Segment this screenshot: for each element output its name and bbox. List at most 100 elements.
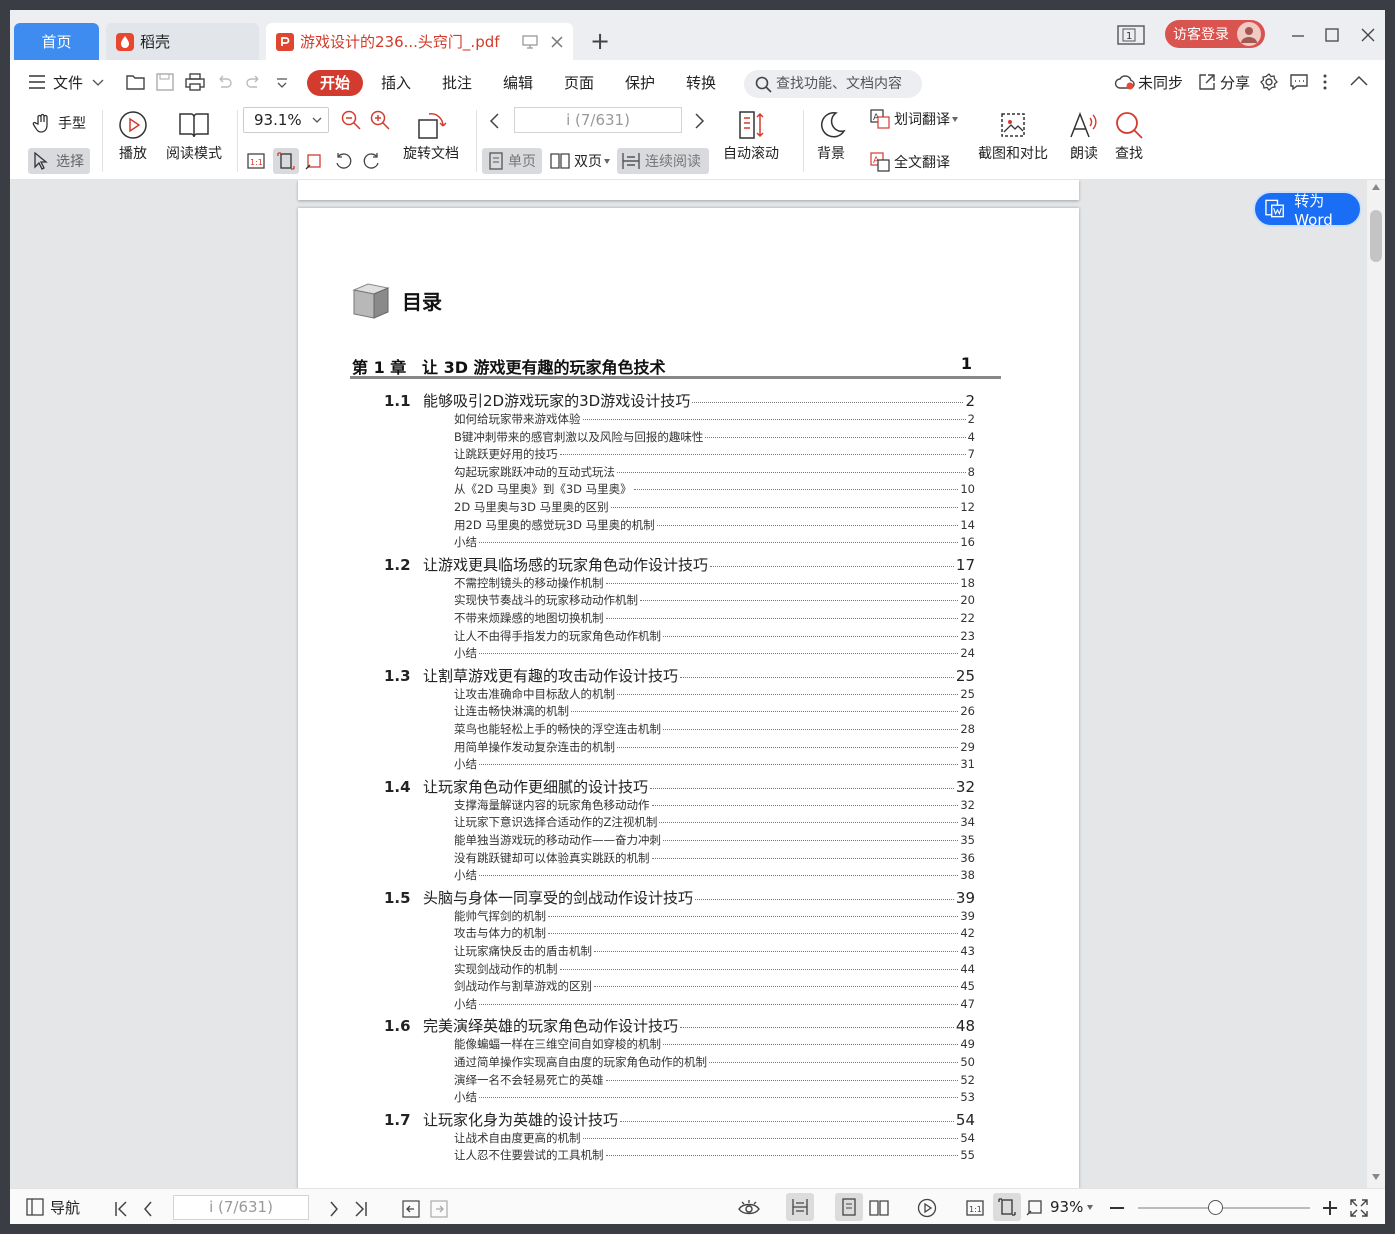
sync-status[interactable]: 未同步 bbox=[1138, 70, 1183, 96]
toc-section[interactable]: 1.7 让玩家化身为英雄的设计技巧 54 bbox=[384, 1109, 975, 1130]
toc-section[interactable]: 1.6 完美演绎英雄的玩家角色动作设计技巧 48 bbox=[384, 1015, 975, 1036]
menu-edit[interactable]: 编辑 bbox=[503, 70, 533, 96]
toc-section[interactable]: 1.3 让割草游戏更有趣的攻击动作设计技巧 25 bbox=[384, 665, 975, 686]
page-number-input[interactable]: i (7/631) bbox=[514, 107, 682, 133]
read-aloud-button[interactable]: 朗读 bbox=[1068, 110, 1100, 163]
toc-section[interactable]: 1.2 让游戏更具临场感的玩家角色动作设计技巧 17 bbox=[384, 554, 975, 575]
settings-icon[interactable] bbox=[1260, 73, 1278, 91]
share-icon[interactable] bbox=[1198, 73, 1216, 91]
toc-entry[interactable]: 让攻击准确命中目标敌人的机制 25 bbox=[454, 686, 975, 702]
toc-entry[interactable]: 让连击畅快淋漓的机制 26 bbox=[454, 703, 975, 719]
read-mode-button[interactable]: 阅读模式 bbox=[166, 110, 222, 163]
back-icon[interactable] bbox=[402, 1200, 420, 1218]
collapse-ribbon-icon[interactable] bbox=[1350, 75, 1368, 87]
word-translate-button[interactable]: A 划词翻译 bbox=[870, 106, 970, 132]
find-button[interactable]: 查找 bbox=[1114, 110, 1144, 163]
toc-entry[interactable]: 实现快节奏战斗的玩家移动动作机制 20 bbox=[454, 592, 975, 608]
fit-page-button[interactable] bbox=[273, 148, 299, 174]
toc-entry[interactable]: 让战术自由度更高的机制 54 bbox=[454, 1130, 975, 1146]
zoom-select[interactable]: 93.1% bbox=[243, 107, 329, 133]
new-tab-button[interactable]: + bbox=[590, 28, 610, 54]
previous-page-icon[interactable] bbox=[143, 1201, 153, 1217]
convert-to-word-button[interactable]: 转为Word bbox=[1253, 191, 1362, 229]
menu-file[interactable]: 文件 bbox=[53, 70, 83, 96]
zoom-slider-track[interactable] bbox=[1138, 1207, 1310, 1209]
double-page-icon[interactable] bbox=[869, 1199, 889, 1217]
menu-convert[interactable]: 转换 bbox=[686, 70, 716, 96]
fit-page-toggle[interactable] bbox=[993, 1193, 1021, 1221]
actual-size-icon[interactable]: 1:1 bbox=[247, 152, 265, 170]
minimize-icon[interactable] bbox=[1290, 28, 1306, 44]
fullscreen-icon[interactable] bbox=[1350, 1199, 1368, 1217]
toc-entry[interactable]: 2D 马里奥与3D 马里奥的区别 12 bbox=[454, 499, 975, 515]
document-viewer[interactable]: 目录 第 1 章 让 3D 游戏更有趣的玩家角色技术 1 1.1 能够吸引2D游戏… bbox=[10, 180, 1385, 1188]
toc-entry[interactable]: 实现剑战动作的机制 44 bbox=[454, 961, 975, 977]
tab-document[interactable]: 游戏设计的236...头窍门_.pdf bbox=[266, 23, 573, 60]
continuous-reading-button[interactable]: 连续阅读 bbox=[617, 148, 709, 174]
toc-entry[interactable]: 小结 47 bbox=[454, 996, 975, 1012]
next-page-icon[interactable] bbox=[694, 112, 706, 130]
open-folder-icon[interactable] bbox=[126, 73, 146, 91]
background-button[interactable]: 背景 bbox=[816, 110, 846, 163]
toc-entry[interactable]: 小结 38 bbox=[454, 867, 975, 883]
hamburger-menu-icon[interactable] bbox=[28, 74, 46, 90]
toc-entry[interactable]: 小结 31 bbox=[454, 756, 975, 772]
toc-entry[interactable]: 如何给玩家带来游戏体验 2 bbox=[454, 411, 975, 427]
redo-icon[interactable] bbox=[245, 73, 263, 91]
rotate-document-button[interactable]: 旋转文档 bbox=[403, 110, 459, 163]
undo-icon[interactable] bbox=[215, 73, 233, 91]
menu-protect[interactable]: 保护 bbox=[625, 70, 655, 96]
menu-start[interactable]: 开始 bbox=[307, 70, 363, 96]
zoom-in-icon[interactable] bbox=[370, 110, 390, 130]
print-icon[interactable] bbox=[185, 73, 205, 91]
toc-entry[interactable]: 让玩家痛快反击的盾击机制 43 bbox=[454, 943, 975, 959]
close-tab-icon[interactable] bbox=[550, 35, 564, 49]
forward-icon[interactable] bbox=[430, 1200, 448, 1218]
first-page-icon[interactable] bbox=[114, 1201, 128, 1217]
toc-entry[interactable]: 从《2D 马里奥》到《3D 马里奥》 10 bbox=[454, 481, 975, 497]
toc-entry[interactable]: 让人不由得手指发力的玩家角色动作机制 23 bbox=[454, 628, 975, 644]
zoom-slider-handle[interactable] bbox=[1208, 1200, 1223, 1215]
fit-width-icon[interactable] bbox=[305, 152, 323, 170]
zoom-level-select[interactable]: 93% bbox=[1026, 1195, 1094, 1219]
toc-entry[interactable]: 剑战动作与割草游戏的区别 45 bbox=[454, 978, 975, 994]
maximize-icon[interactable] bbox=[1324, 27, 1340, 43]
feedback-icon[interactable] bbox=[1290, 73, 1308, 91]
zoom-in-icon[interactable] bbox=[1323, 1201, 1337, 1215]
toc-entry[interactable]: 让人忍不住要尝试的工具机制 55 bbox=[454, 1147, 975, 1163]
menu-annotate[interactable]: 批注 bbox=[442, 70, 472, 96]
continuous-view-toggle[interactable] bbox=[786, 1193, 814, 1221]
vertical-scrollbar[interactable] bbox=[1367, 180, 1385, 1188]
toc-entry[interactable]: 没有跳跃键却可以体验真实跳跃的机制 36 bbox=[454, 850, 975, 866]
scrollbar-thumb[interactable] bbox=[1370, 210, 1382, 262]
zoom-out-icon[interactable] bbox=[1110, 1206, 1124, 1210]
zoom-out-icon[interactable] bbox=[341, 110, 361, 130]
single-page-button[interactable]: 单页 bbox=[482, 148, 542, 174]
toc-entry[interactable]: 演绎一名不会轻易死亡的英雄 52 bbox=[454, 1072, 975, 1088]
auto-scroll-button[interactable]: 自动滚动 bbox=[723, 110, 779, 163]
toc-entry[interactable]: 不需控制镜头的移动操作机制 18 bbox=[454, 575, 975, 591]
toc-entry[interactable]: 小结 16 bbox=[454, 534, 975, 550]
actual-size-icon[interactable]: 1:1 bbox=[966, 1199, 984, 1217]
toc-entry[interactable]: 能像蝙蝠一样在三维空间自如穿梭的机制 49 bbox=[454, 1036, 975, 1052]
toc-section[interactable]: 1.5 头脑与身体一同享受的剑战动作设计技巧 39 bbox=[384, 887, 975, 908]
more-quick-actions-icon[interactable] bbox=[276, 77, 288, 89]
toc-entry[interactable]: 能单独当游戏玩的移动动作——奋力冲刺 35 bbox=[454, 832, 975, 848]
toc-entry[interactable]: 通过简单操作实现高自由度的玩家角色动作的机制 50 bbox=[454, 1054, 975, 1070]
toc-entry[interactable]: 让跳跃更好用的技巧 7 bbox=[454, 446, 975, 462]
toc-entry[interactable]: 让玩家下意识选择合适动作的Z注视机制 34 bbox=[454, 814, 975, 830]
play-icon[interactable] bbox=[917, 1198, 937, 1218]
single-view-toggle[interactable] bbox=[835, 1193, 863, 1221]
double-page-button[interactable]: 双页 bbox=[548, 148, 616, 174]
hand-tool-button[interactable]: 手型 bbox=[28, 110, 90, 136]
toc-entry[interactable]: 菜鸟也能轻松上手的畅快的浮空连击机制 28 bbox=[454, 721, 975, 737]
menu-insert[interactable]: 插入 bbox=[381, 70, 411, 96]
last-page-icon[interactable] bbox=[354, 1201, 368, 1217]
tab-home[interactable]: 首页 bbox=[14, 23, 99, 60]
toc-entry[interactable]: 小结 24 bbox=[454, 645, 975, 661]
close-window-icon[interactable] bbox=[1360, 27, 1376, 43]
toc-entry[interactable]: 用2D 马里奥的感觉玩3D 马里奥的机制 14 bbox=[454, 517, 975, 533]
next-page-icon[interactable] bbox=[329, 1201, 339, 1217]
cloud-sync-icon[interactable] bbox=[1114, 73, 1136, 91]
share-button[interactable]: 分享 bbox=[1220, 70, 1250, 96]
